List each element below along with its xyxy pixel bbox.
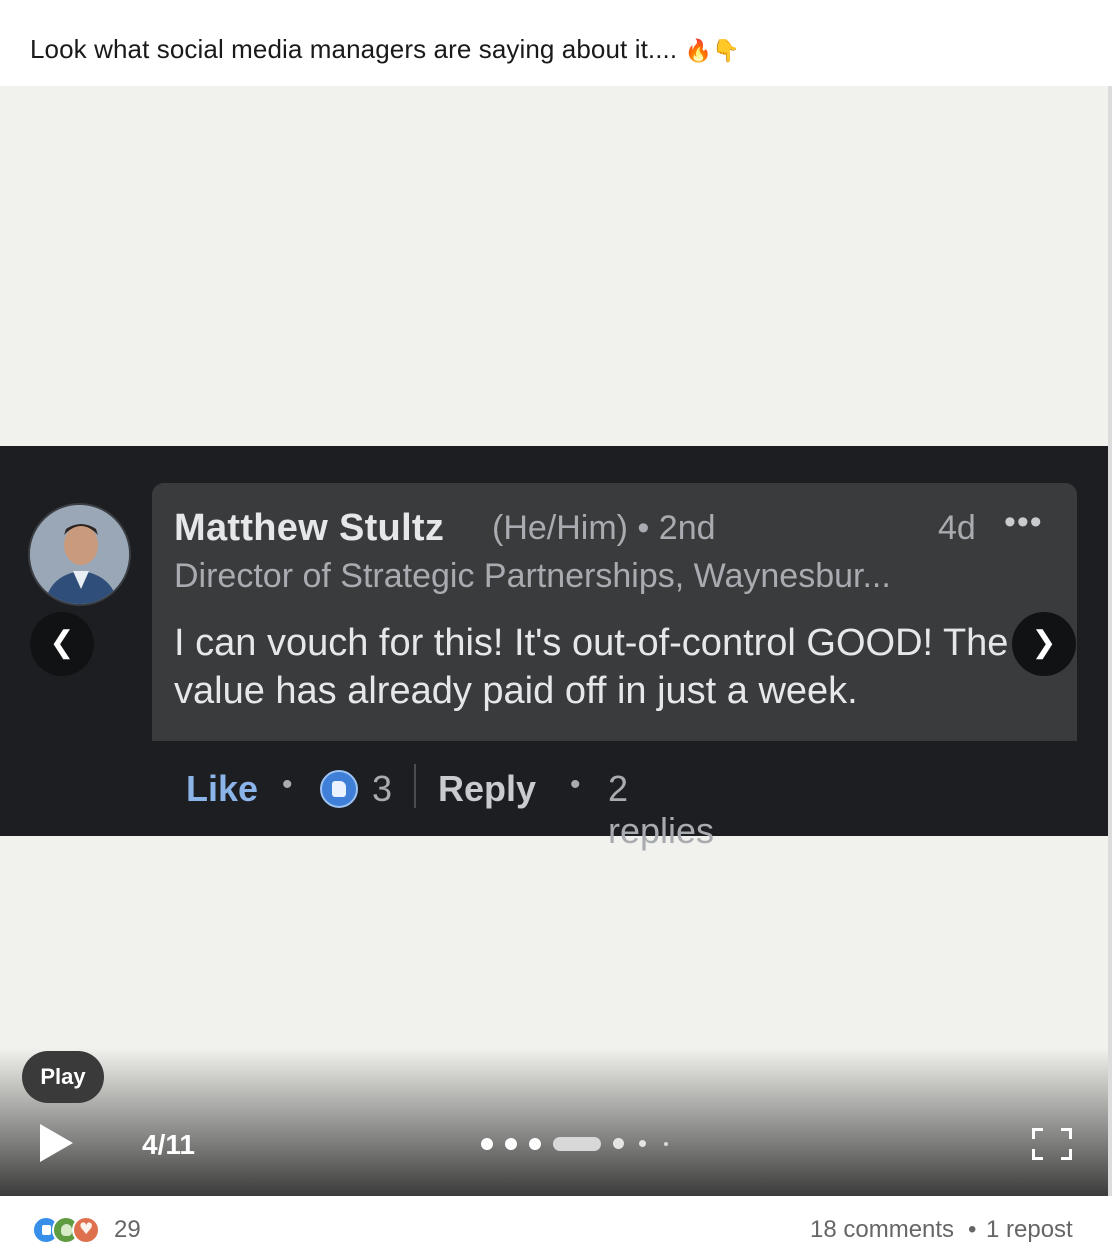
avatar bbox=[28, 503, 131, 606]
page-counter: 4/11 bbox=[142, 1129, 195, 1160]
social-counts-bar: 29 18 comments • 1 repost bbox=[0, 1196, 1112, 1260]
reposts-count-link[interactable]: 1 repost bbox=[986, 1216, 1073, 1244]
divider bbox=[414, 764, 416, 808]
pagination-dot[interactable] bbox=[505, 1138, 517, 1150]
comment-like-label: Like bbox=[186, 768, 259, 809]
frame-edge bbox=[1108, 86, 1112, 1196]
controls-overlay bbox=[0, 1048, 1108, 1196]
comment-body: I can vouch for this! It's out-of-contro… bbox=[174, 622, 1009, 712]
document-carousel[interactable]: Matthew Stultz (He/Him) • 2nd 4d ••• Dir… bbox=[0, 86, 1108, 1196]
pagination-dot-active[interactable] bbox=[553, 1137, 601, 1151]
comment-reply-label: Reply bbox=[438, 768, 537, 809]
pagination-dot[interactable] bbox=[613, 1138, 624, 1149]
more-options-icon: ••• bbox=[1004, 503, 1043, 541]
carousel-slide: Matthew Stultz (He/Him) • 2nd 4d ••• Dir… bbox=[0, 446, 1108, 851]
next-slide-button[interactable]: ❯ bbox=[1012, 612, 1076, 676]
separator-dot: • bbox=[282, 768, 293, 801]
person-photo-icon bbox=[30, 505, 129, 604]
comment-replies-count: 2 replies bbox=[608, 768, 715, 851]
fullscreen-icon[interactable] bbox=[1032, 1128, 1072, 1160]
previous-slide-button[interactable]: ❮ bbox=[30, 612, 94, 676]
post-caption: Look what social media managers are sayi… bbox=[0, 0, 1112, 86]
pagination-dot[interactable] bbox=[639, 1140, 646, 1147]
separator-dot: • bbox=[968, 1216, 977, 1243]
pagination-dot[interactable] bbox=[481, 1138, 493, 1150]
comment-author-pronouns-degree: (He/Him) • 2nd bbox=[492, 509, 716, 547]
play-tooltip: Play bbox=[22, 1051, 104, 1103]
separator-dot: • bbox=[570, 768, 581, 801]
play-icon[interactable] bbox=[40, 1124, 73, 1162]
reaction-count[interactable]: 29 bbox=[114, 1216, 141, 1244]
love-icon bbox=[72, 1216, 100, 1244]
pagination-dot[interactable] bbox=[664, 1142, 668, 1146]
comments-count-link[interactable]: 18 comments bbox=[810, 1216, 954, 1244]
comment-bubble: Matthew Stultz (He/Him) • 2nd 4d ••• Dir… bbox=[152, 483, 1077, 741]
post-caption-text: Look what social media managers are sayi… bbox=[30, 34, 678, 64]
thumbs-up-icon bbox=[320, 770, 358, 808]
comment-author-name: Matthew Stultz bbox=[174, 507, 445, 549]
comment-timestamp: 4d bbox=[938, 509, 976, 547]
comment-like-count: 3 bbox=[372, 768, 393, 809]
fire-pointing-down-emoji: 🔥👇 bbox=[684, 39, 740, 64]
pagination-dot[interactable] bbox=[529, 1138, 541, 1150]
comment-author-headline: Director of Strategic Partnerships, Wayn… bbox=[174, 557, 891, 595]
